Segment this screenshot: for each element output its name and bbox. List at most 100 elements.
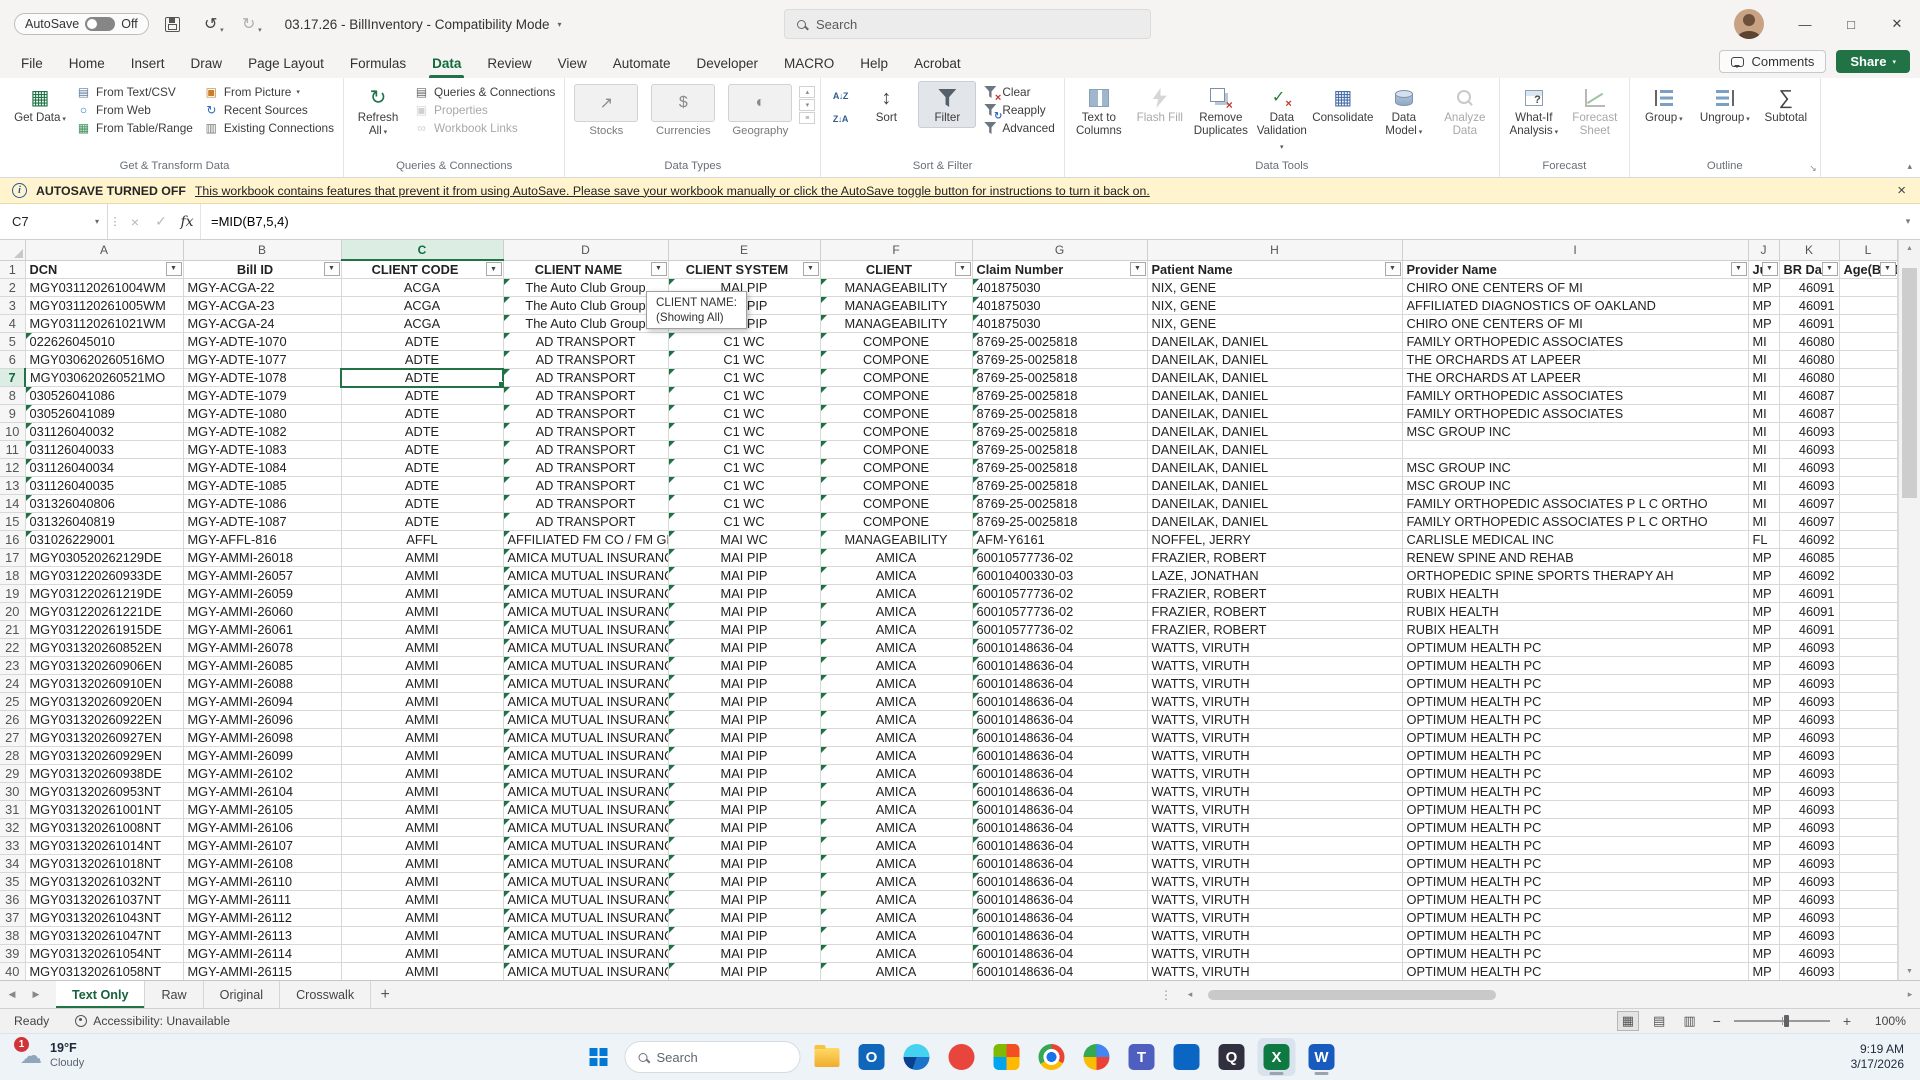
sheet-tab-raw[interactable]: Raw [145, 981, 204, 1008]
google-app-button[interactable] [1078, 1038, 1116, 1076]
column-header-L[interactable]: L [1839, 240, 1898, 261]
cell-C22[interactable]: AMMI [341, 638, 504, 657]
cell-F29[interactable]: AMICA [820, 764, 973, 783]
vertical-scrollbar[interactable]: ▲ ▼ [1898, 240, 1920, 980]
row-header-11[interactable]: 11 [0, 440, 26, 459]
row-header-21[interactable]: 21 [0, 620, 26, 639]
from-web-button[interactable]: ○ From Web [72, 102, 197, 118]
cell-C29[interactable]: AMMI [341, 764, 504, 783]
cell-G5[interactable]: 8769-25-0025818 [972, 332, 1148, 351]
cell-B29[interactable]: MGY-AMMI-26102 [183, 764, 342, 783]
cell-B16[interactable]: MGY-AFFL-816 [183, 530, 342, 549]
cell-H11[interactable]: DANEILAK, DANIEL [1147, 440, 1403, 459]
cell-L11[interactable] [1839, 440, 1898, 459]
cell-G38[interactable]: 60010148636-04 [972, 926, 1148, 945]
cell-G8[interactable]: 8769-25-0025818 [972, 386, 1148, 405]
cell-E23[interactable]: MAI PIP [668, 656, 821, 675]
cell-A27[interactable]: MGY031320260927EN [25, 728, 184, 747]
cell-G34[interactable]: 60010148636-04 [972, 854, 1148, 873]
cell-B22[interactable]: MGY-AMMI-26078 [183, 638, 342, 657]
cell-D34[interactable]: AMICA MUTUAL INSURANCE COMPANY [503, 854, 669, 873]
cell-G19[interactable]: 60010577736-02 [972, 584, 1148, 603]
cell-I40[interactable]: OPTIMUM HEALTH PC [1402, 962, 1749, 980]
cell-G11[interactable]: 8769-25-0025818 [972, 440, 1148, 459]
cell-J14[interactable]: MI [1748, 494, 1780, 513]
cell-F19[interactable]: AMICA [820, 584, 973, 603]
cell-B33[interactable]: MGY-AMMI-26107 [183, 836, 342, 855]
start-button[interactable] [580, 1038, 618, 1076]
cell-H21[interactable]: FRAZIER, ROBERT [1147, 620, 1403, 639]
group-button[interactable]: Group ▾ [1635, 81, 1693, 130]
cell-A28[interactable]: MGY031320260929EN [25, 746, 184, 765]
row-header-6[interactable]: 6 [0, 350, 26, 369]
cell-A34[interactable]: MGY031320261018NT [25, 854, 184, 873]
cell-B36[interactable]: MGY-AMMI-26111 [183, 890, 342, 909]
cell-F11[interactable]: COMPONE [820, 440, 973, 459]
cell-A38[interactable]: MGY031320261047NT [25, 926, 184, 945]
cell-E6[interactable]: C1 WC [668, 350, 821, 369]
cell-F25[interactable]: AMICA [820, 692, 973, 711]
cell-K9[interactable]: 46087 [1779, 404, 1840, 423]
hscroll-thumb[interactable] [1208, 989, 1496, 1000]
sheet-tab-original[interactable]: Original [204, 981, 281, 1008]
geography-tile[interactable]: ◐ Geography [724, 84, 796, 137]
cell-D4[interactable]: The Auto Club Group [503, 314, 669, 333]
cell-D30[interactable]: AMICA MUTUAL INSURANCE COMPANY [503, 782, 669, 801]
cell-A35[interactable]: MGY031320261032NT [25, 872, 184, 891]
cell-K27[interactable]: 46093 [1779, 728, 1840, 747]
from-picture-button[interactable]: ▣ From Picture ▾ [200, 84, 338, 100]
cell-K7[interactable]: 46080 [1779, 368, 1840, 387]
cell-E32[interactable]: MAI PIP [668, 818, 821, 837]
cell-I38[interactable]: OPTIMUM HEALTH PC [1402, 926, 1749, 945]
chrome-button[interactable] [1033, 1038, 1071, 1076]
cell-E9[interactable]: C1 WC [668, 404, 821, 423]
cell-F37[interactable]: AMICA [820, 908, 973, 927]
cell-F32[interactable]: AMICA [820, 818, 973, 837]
row-header-38[interactable]: 38 [0, 926, 26, 945]
cell-L1[interactable]: Age(BR D▼ [1839, 260, 1898, 279]
cell-A19[interactable]: MGY031220261219DE [25, 584, 184, 603]
cell-G9[interactable]: 8769-25-0025818 [972, 404, 1148, 423]
cell-E28[interactable]: MAI PIP [668, 746, 821, 765]
column-header-G[interactable]: G [972, 240, 1148, 261]
cell-A25[interactable]: MGY031320260920EN [25, 692, 184, 711]
cell-H14[interactable]: DANEILAK, DANIEL [1147, 494, 1403, 513]
cell-I17[interactable]: RENEW SPINE AND REHAB [1402, 548, 1749, 567]
cell-K37[interactable]: 46093 [1779, 908, 1840, 927]
cell-A12[interactable]: 031126040034 [25, 458, 184, 477]
cell-B9[interactable]: MGY-ADTE-1080 [183, 404, 342, 423]
formula-input[interactable]: =MID(B7,5,4) [200, 204, 1896, 239]
cell-A39[interactable]: MGY031320261054NT [25, 944, 184, 963]
cell-F2[interactable]: MANAGEABILITY [820, 278, 973, 297]
cell-I19[interactable]: RUBIX HEALTH [1402, 584, 1749, 603]
cell-L3[interactable] [1839, 296, 1898, 315]
cell-B4[interactable]: MGY-ACGA-24 [183, 314, 342, 333]
file-explorer-button[interactable] [808, 1038, 846, 1076]
row-header-13[interactable]: 13 [0, 476, 26, 495]
cell-L6[interactable] [1839, 350, 1898, 369]
queries-connections-button[interactable]: ▤ Queries & Connections [410, 84, 559, 100]
cell-B24[interactable]: MGY-AMMI-26088 [183, 674, 342, 693]
cell-I10[interactable]: MSC GROUP INC [1402, 422, 1749, 441]
sort-za-button[interactable] [826, 108, 854, 129]
cell-A26[interactable]: MGY031320260922EN [25, 710, 184, 729]
filter-button-C[interactable]: ▼ [485, 262, 502, 276]
save-button[interactable] [159, 10, 187, 38]
cell-C27[interactable]: AMMI [341, 728, 504, 747]
cell-E18[interactable]: MAI PIP [668, 566, 821, 585]
ungroup-button[interactable]: Ungroup ▾ [1696, 81, 1754, 130]
cell-I9[interactable]: FAMILY ORTHOPEDIC ASSOCIATES [1402, 404, 1749, 423]
cell-K28[interactable]: 46093 [1779, 746, 1840, 765]
cell-E30[interactable]: MAI PIP [668, 782, 821, 801]
cell-J34[interactable]: MP [1748, 854, 1780, 873]
cell-G28[interactable]: 60010148636-04 [972, 746, 1148, 765]
ribbon-tab-data[interactable]: Data [419, 48, 474, 78]
cell-A23[interactable]: MGY031320260906EN [25, 656, 184, 675]
row-header-17[interactable]: 17 [0, 548, 26, 567]
cell-I30[interactable]: OPTIMUM HEALTH PC [1402, 782, 1749, 801]
cell-F1[interactable]: CLIENT ▼ [820, 260, 973, 279]
column-header-I[interactable]: I [1402, 240, 1749, 261]
cell-I32[interactable]: OPTIMUM HEALTH PC [1402, 818, 1749, 837]
cell-I14[interactable]: FAMILY ORTHOPEDIC ASSOCIATES P L C ORTHO [1402, 494, 1749, 513]
cell-G3[interactable]: 401875030 [972, 296, 1148, 315]
